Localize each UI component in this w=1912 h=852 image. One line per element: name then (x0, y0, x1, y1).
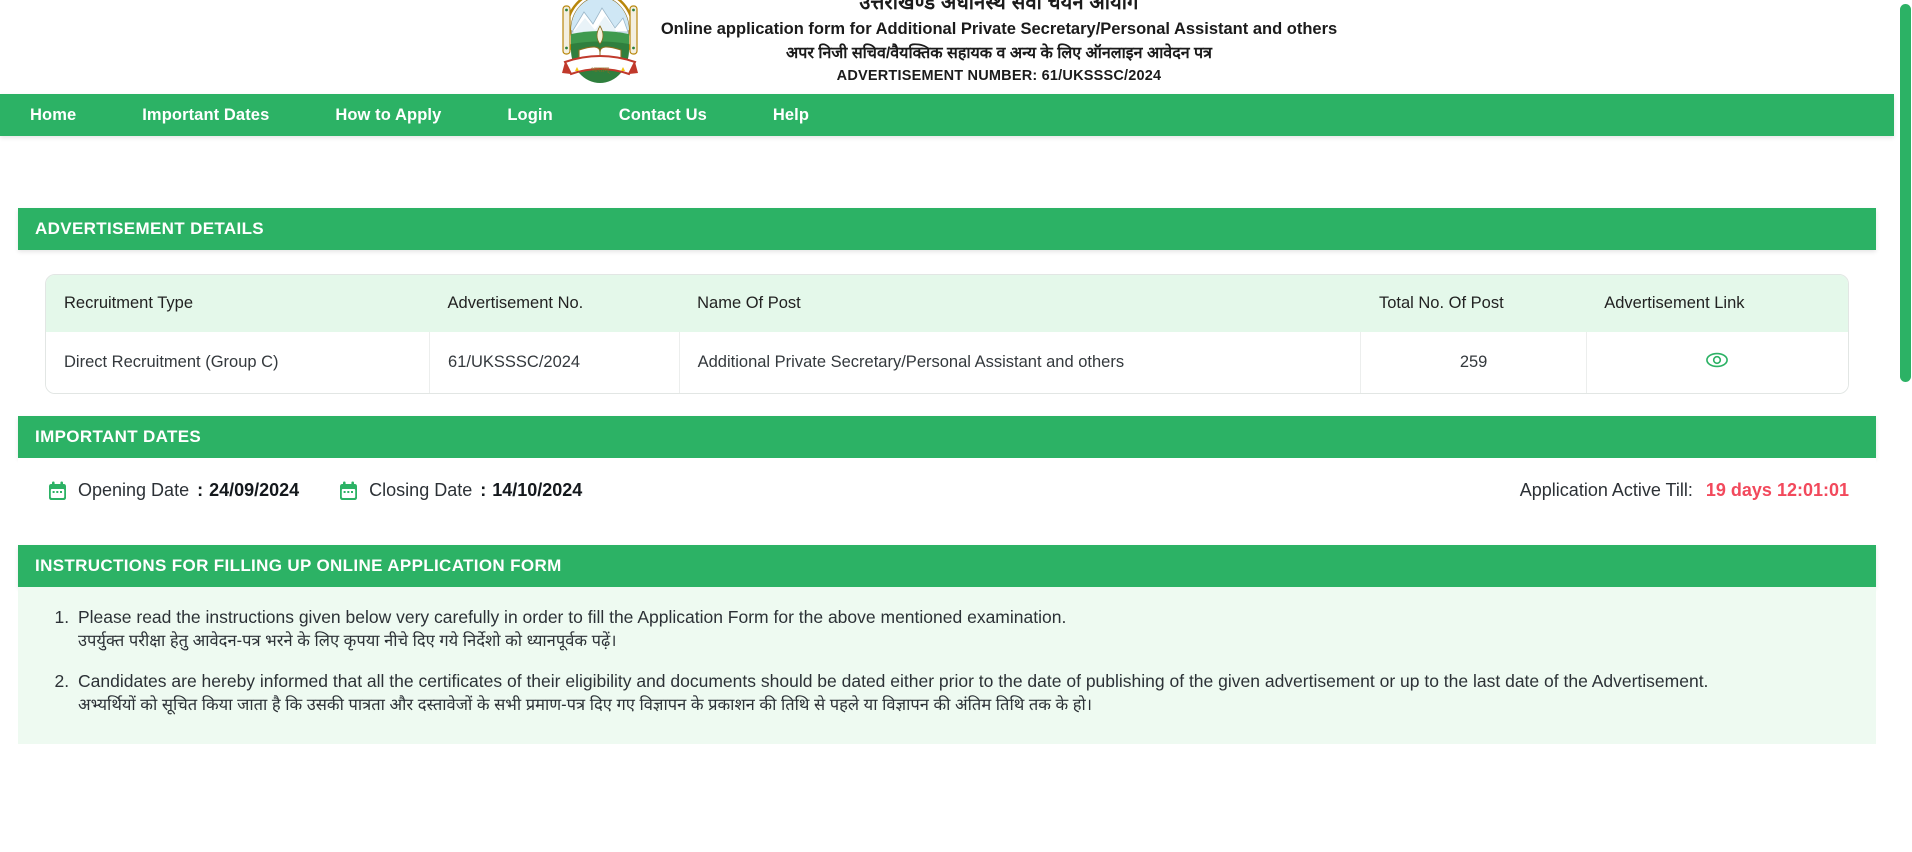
table-row: Direct Recruitment (Group C) 61/UKSSSC/2… (46, 332, 1848, 393)
masthead-advertisement-number: ADVERTISEMENT NUMBER: 61/UKSSSC/2024 (836, 67, 1162, 84)
instructions-list: Please read the instructions given below… (48, 605, 1846, 718)
main-navigation: Home Important Dates How to Apply Login … (0, 94, 1894, 136)
advertisement-details-table-wrapper: Recruitment Type Advertisement No. Name … (45, 274, 1849, 394)
cell-advertisement-link (1585, 332, 1848, 393)
advertisement-details-table: Recruitment Type Advertisement No. Name … (46, 275, 1848, 393)
list-item: Please read the instructions given below… (74, 605, 1846, 653)
important-dates-row: Opening Date : 24/09/2024 Closing Date:… (18, 458, 1876, 523)
cell-recruitment-type: Direct Recruitment (Group C) (46, 332, 430, 393)
column-header-advertisement-no: Advertisement No. (429, 275, 680, 332)
column-header-name-of-post: Name Of Post (679, 275, 1361, 332)
scrollbar-thumb[interactable] (1900, 4, 1911, 382)
instructions-panel: Please read the instructions given below… (18, 587, 1876, 744)
page-root: भारतम् उत्तराखण्ड अधीनस्थ सेवा चयन आयोग … (0, 0, 1894, 744)
nav-item-login[interactable]: Login (507, 106, 552, 125)
nav-item-how-to-apply[interactable]: How to Apply (335, 106, 441, 125)
svg-text:भारतम्: भारतम् (591, 66, 610, 74)
instruction-text-english: Please read the instructions given below… (78, 607, 1067, 627)
view-advertisement-button[interactable] (1706, 352, 1729, 368)
calendar-icon (48, 481, 67, 501)
site-masthead: भारतम् उत्तराखण्ड अधीनस्थ सेवा चयन आयोग … (0, 0, 1894, 94)
nav-item-contact-us[interactable]: Contact Us (619, 106, 707, 125)
section-header-instructions: INSTRUCTIONS FOR FILLING UP ONLINE APPLI… (18, 545, 1876, 587)
opening-date-item: Opening Date : 24/09/2024 (48, 480, 299, 501)
instruction-text-english: Candidates are hereby informed that all … (78, 671, 1709, 692)
column-header-total-no-of-post: Total No. Of Post (1360, 275, 1587, 332)
closing-date-separator: : (480, 480, 487, 500)
nav-item-help[interactable]: Help (773, 106, 809, 125)
opening-date-label: Opening Date (78, 480, 190, 500)
browser-viewport: भारतम् उत्तराखण्ड अधीनस्थ सेवा चयन आयोग … (0, 0, 1912, 852)
column-header-advertisement-link: Advertisement Link (1586, 275, 1848, 332)
instruction-text-hindi: अभ्यर्थियों को सूचित किया जाता है कि उसक… (78, 696, 1093, 715)
nav-item-home[interactable]: Home (30, 106, 76, 125)
uttarakhand-state-emblem-icon: भारतम् (557, 0, 643, 86)
cell-total-no-of-post: 259 (1360, 332, 1587, 393)
nav-item-important-dates[interactable]: Important Dates (142, 106, 269, 125)
masthead-subtitle-english: Online application form for Additional P… (660, 20, 1338, 38)
org-title-hindi: उत्तराखण्ड अधीनस्थ सेवा चयन आयोग (859, 0, 1139, 14)
opening-date-value: 24/09/2024 (209, 480, 300, 500)
opening-date-separator: : (197, 480, 204, 500)
table-header-row: Recruitment Type Advertisement No. Name … (46, 275, 1848, 332)
calendar-icon (339, 481, 358, 501)
closing-date-item: Closing Date : 14/10/2024 (339, 480, 582, 501)
instruction-text-hindi: उपर्युक्त परीक्षा हेतु आवेदन-पत्र भरने क… (78, 631, 617, 650)
active-till-label: Application Active Till: (1519, 480, 1693, 500)
application-active-till: Application Active Till: 19 days 12:01:0… (1520, 480, 1849, 501)
vertical-scrollbar[interactable] (1899, 0, 1912, 852)
column-header-recruitment-type: Recruitment Type (46, 275, 430, 332)
section-header-advertisement-details: ADVERTISEMENT DETAILS (18, 208, 1876, 250)
closing-date-label: Closing Date (369, 480, 473, 500)
masthead-subtitle-hindi: अपर निजी सचिव/वैयक्तिक सहायक व अन्य के ल… (786, 44, 1212, 62)
section-header-important-dates: IMPORTANT DATES (18, 416, 1876, 458)
active-till-countdown: 19 days 12:01:01 (1705, 480, 1849, 500)
page-content: ADVERTISEMENT DETAILS Recruitment Type A… (0, 208, 1894, 744)
cell-name-of-post: Additional Private Secretary/Personal As… (678, 332, 1361, 393)
cell-advertisement-no: 61/UKSSSC/2024 (429, 332, 680, 393)
list-item: Candidates are hereby informed that all … (74, 669, 1846, 717)
eye-icon (1706, 352, 1729, 368)
closing-date-value: 14/10/2024 (492, 480, 583, 500)
